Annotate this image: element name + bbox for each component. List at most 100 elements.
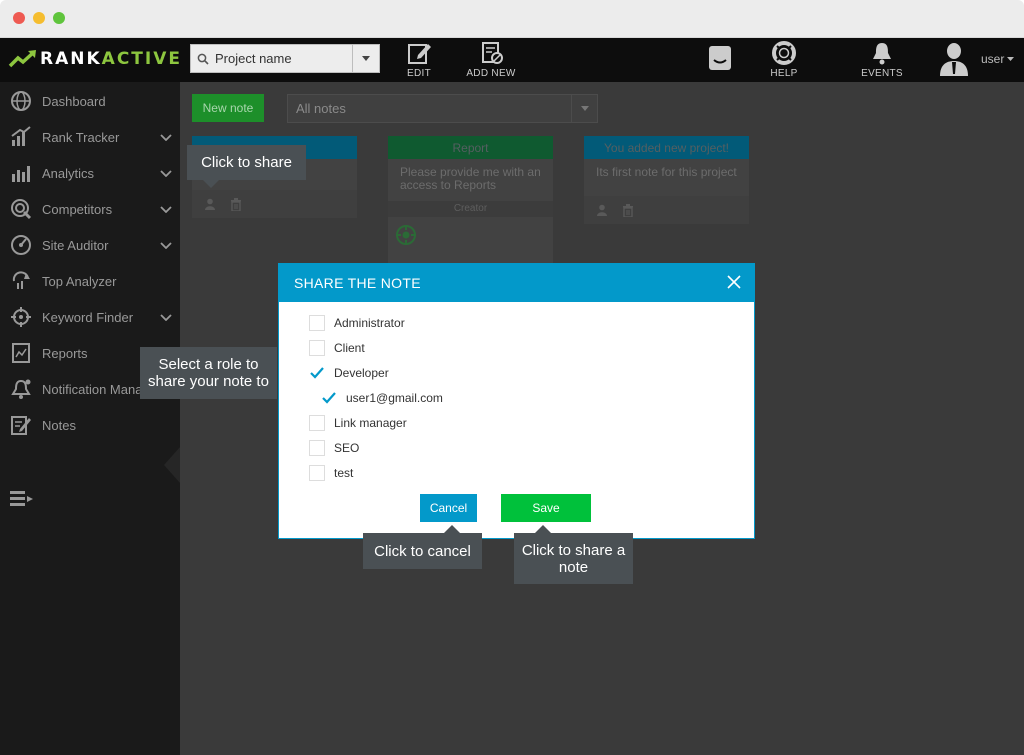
- add-new-button[interactable]: ADD NEW: [464, 40, 518, 80]
- sidebar-item-notes[interactable]: Notes: [0, 407, 180, 443]
- sidebar-item-rank-tracker[interactable]: Rank Tracker: [0, 119, 180, 155]
- share-user-icon[interactable]: [596, 204, 608, 216]
- role-tooltip: Select a role to share your note to: [140, 347, 277, 399]
- project-select-label: Project name: [215, 51, 292, 66]
- note-card-report[interactable]: Report Please provide me with an access …: [388, 136, 553, 271]
- gauge-icon: [0, 227, 42, 263]
- sidebar-item-label: Dashboard: [42, 93, 106, 109]
- role-option[interactable]: Client: [309, 338, 365, 358]
- role-option[interactable]: user1@gmail.com: [321, 388, 443, 408]
- role-option[interactable]: SEO: [309, 438, 359, 458]
- sidebar-item-dashboard[interactable]: Dashboard: [0, 83, 180, 119]
- share-user-icon[interactable]: [204, 198, 216, 210]
- globe-icon: [0, 83, 42, 119]
- events-label: EVENTS: [861, 68, 903, 79]
- logo-text-active: ACTIVE: [101, 49, 182, 69]
- save-tooltip: Click to share a note: [514, 533, 633, 584]
- collapse-menu-icon: [0, 481, 42, 517]
- notes-filter-select[interactable]: All notes: [287, 94, 598, 123]
- sidebar-item-keyword-finder[interactable]: Keyword Finder: [0, 299, 180, 335]
- events-button[interactable]: EVENTS: [860, 40, 904, 80]
- caret-down-icon[interactable]: [352, 45, 379, 72]
- share-note-dialog: SHARE THE NOTE Administrator Client Develo…: [278, 263, 755, 539]
- sidebar-item-collapse[interactable]: [0, 481, 180, 517]
- sidebar-item-site-auditor[interactable]: Site Auditor: [0, 227, 180, 263]
- sidebar-item-competitors[interactable]: Competitors: [0, 191, 180, 227]
- chevron-down-icon[interactable]: [152, 313, 180, 321]
- chevron-down-icon[interactable]: [152, 205, 180, 213]
- note-card-footer: [584, 196, 749, 224]
- note-card-new-project[interactable]: You added new project! Its first note fo…: [584, 136, 749, 224]
- user-menu[interactable]: user: [981, 52, 1015, 66]
- sidebar-item-label: Analytics: [42, 165, 95, 181]
- role-option-label: test: [334, 466, 354, 480]
- new-note-button[interactable]: New note: [192, 94, 264, 122]
- minimize-window-button[interactable]: [33, 12, 45, 24]
- bar-chart-icon: [0, 119, 42, 155]
- analytics-icon: [0, 155, 42, 191]
- active-item-notch: [164, 447, 180, 483]
- chevron-down-icon[interactable]: [152, 169, 180, 177]
- notes-icon: [0, 407, 42, 443]
- sidebar-item-top-analyzer[interactable]: Top Analyzer: [0, 263, 180, 299]
- rankactive-logo[interactable]: RANKACTIVE: [8, 48, 182, 70]
- save-button[interactable]: Save: [501, 494, 591, 522]
- logo-text-rank: RANK: [40, 49, 102, 69]
- checkbox-icon[interactable]: [309, 440, 325, 456]
- trash-icon[interactable]: [622, 203, 634, 217]
- share-tooltip: Click to share: [187, 145, 306, 180]
- creator-avatar-icon: [388, 217, 553, 249]
- avatar[interactable]: [937, 41, 971, 81]
- project-select[interactable]: Project name: [190, 44, 380, 73]
- sidebar-item-label: Rank Tracker: [42, 129, 120, 145]
- role-option[interactable]: test: [309, 463, 353, 483]
- edit-button[interactable]: EDIT: [403, 40, 435, 80]
- checkbox-checked-icon[interactable]: [309, 365, 325, 381]
- sidebar-item-label: Notes: [42, 417, 76, 433]
- chevron-down-icon[interactable]: [152, 133, 180, 141]
- bell-icon: [0, 371, 42, 407]
- lifebuoy-icon: [772, 41, 796, 65]
- user-avatar-icon: [940, 43, 968, 76]
- checkbox-icon[interactable]: [309, 340, 325, 356]
- note-card-creator-label: Creator: [388, 201, 553, 217]
- checkbox-icon[interactable]: [309, 415, 325, 431]
- edit-label: EDIT: [407, 68, 431, 79]
- role-option-label: SEO: [334, 441, 360, 455]
- role-option-label: Developer: [334, 366, 389, 380]
- logo-arrow-icon: [8, 50, 36, 68]
- share-tooltip-arrow: [203, 180, 219, 188]
- add-note-icon: [482, 42, 503, 64]
- checkbox-checked-icon[interactable]: [321, 390, 337, 406]
- sidebar-item-analytics[interactable]: Analytics: [0, 155, 180, 191]
- cancel-tooltip-arrow: [444, 525, 460, 533]
- note-card-text: Please provide me with an access to Repo…: [400, 165, 541, 192]
- role-option[interactable]: Developer: [309, 363, 389, 383]
- zoom-window-button[interactable]: [53, 12, 65, 24]
- note-card-title: You added new project!: [584, 136, 749, 159]
- chevron-down-icon[interactable]: [152, 241, 180, 249]
- save-tooltip-arrow: [535, 525, 551, 533]
- search-icon: [191, 45, 215, 72]
- report-icon: [0, 335, 42, 371]
- caret-down-icon: [571, 95, 597, 122]
- checkbox-icon[interactable]: [309, 465, 325, 481]
- chat-button[interactable]: [704, 44, 736, 84]
- notes-filter-value: All notes: [296, 101, 346, 116]
- sidebar-item-label: Competitors: [42, 201, 113, 217]
- trash-icon[interactable]: [230, 197, 242, 211]
- role-option-label: Administrator: [334, 316, 405, 330]
- chat-icon: [709, 46, 731, 70]
- target-icon: [0, 191, 42, 227]
- help-button[interactable]: HELP: [766, 40, 802, 80]
- checkbox-icon[interactable]: [309, 315, 325, 331]
- cancel-button[interactable]: Cancel: [420, 494, 477, 522]
- close-icon[interactable]: [726, 274, 742, 290]
- window-titlebar: [0, 0, 1024, 38]
- role-option[interactable]: Administrator: [309, 313, 405, 333]
- note-card-text: Its first note for this project: [596, 165, 737, 179]
- note-card-title: Report: [388, 136, 553, 159]
- role-option[interactable]: Link manager: [309, 413, 407, 433]
- edit-icon: [408, 44, 431, 64]
- close-window-button[interactable]: [13, 12, 25, 24]
